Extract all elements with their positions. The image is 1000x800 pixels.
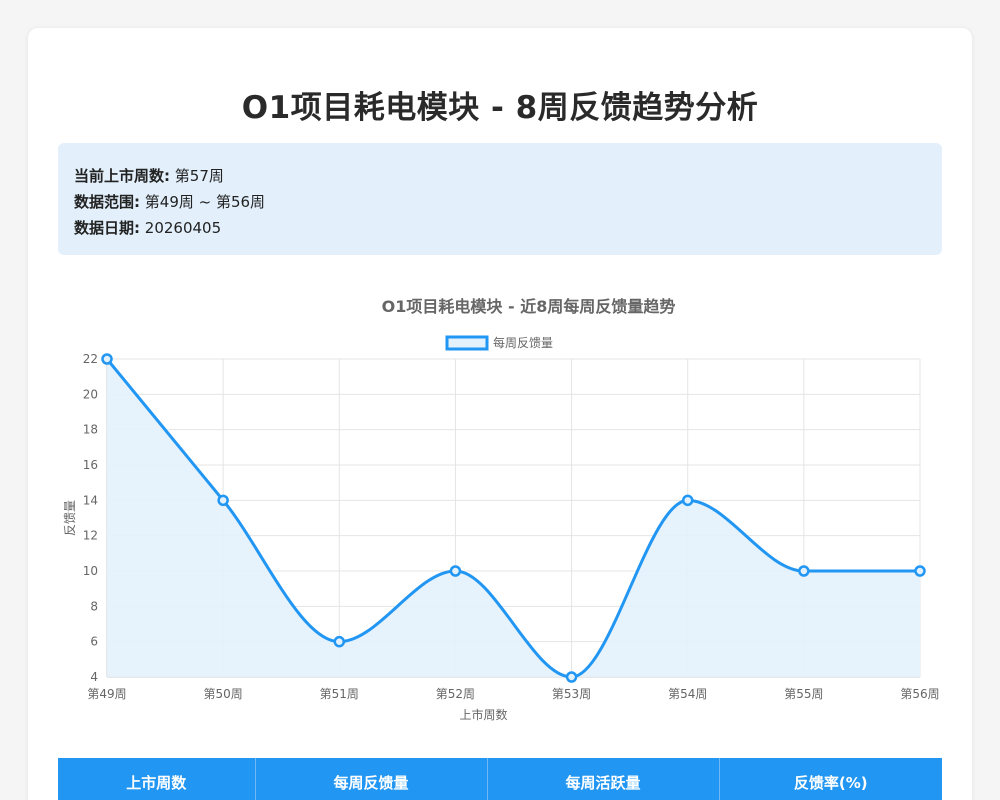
x-tick-label: 第53周: [552, 687, 591, 701]
x-tick-label: 第54周: [668, 687, 707, 701]
y-tick-label: 22: [83, 352, 98, 366]
x-tick-label: 第52周: [436, 687, 475, 701]
chart-svg: O1项目耗电模块 - 近8周每周反馈量趋势每周反馈量 4 6 8 10 12 14 16 18 2…: [63, 297, 940, 722]
info-data-date: 数据日期: 20260405: [74, 215, 926, 241]
series-area-fill: [107, 359, 920, 677]
x-axis-title: 上市周数: [459, 707, 507, 722]
data-table: 上市周数 每周反馈量 每周活跃量 反馈率(%): [58, 758, 942, 800]
info-panel: 当前上市周数: 第57周 数据范围: 第49周 ~ 第56周 数据日期: 202…: [58, 143, 942, 255]
header-week[interactable]: 上市周数: [58, 758, 256, 800]
y-tick-label: 12: [83, 529, 98, 543]
report-card: O1项目耗电模块 - 8周反馈趋势分析 当前上市周数: 第57周 数据范围: 第…: [28, 28, 972, 800]
current-week-label: 当前上市周数:: [74, 167, 170, 185]
y-tick-label: 10: [83, 564, 98, 578]
data-point: [798, 565, 810, 577]
data-date-label: 数据日期:: [74, 219, 140, 237]
table-header-row: 上市周数 每周反馈量 每周活跃量 反馈率(%): [58, 758, 942, 800]
data-date-value: 20260405: [144, 219, 222, 237]
y-tick-label: 14: [83, 493, 98, 507]
data-point: [914, 565, 926, 577]
chart-title: O1项目耗电模块 - 近8周每周反馈量趋势: [382, 297, 676, 316]
x-tick-label: 第51周: [320, 687, 359, 701]
header-rate[interactable]: 反馈率(%): [719, 758, 942, 800]
data-range-value: 第49周 ~ 第56周: [144, 193, 266, 211]
data-point: [101, 353, 113, 365]
data-point: [681, 494, 694, 507]
data-point: [565, 671, 578, 683]
x-tick-label: 第49周: [87, 687, 126, 701]
y-tick-label: 18: [83, 423, 98, 437]
legend-swatch: [445, 335, 489, 351]
data-point: [449, 565, 462, 577]
legend-label: 每周反馈量: [493, 335, 553, 350]
y-tick-label: 4: [90, 670, 98, 684]
header-active[interactable]: 每周活跃量: [487, 758, 720, 800]
y-tick-label: 16: [83, 458, 98, 472]
info-data-range: 数据范围: 第49周 ~ 第56周: [74, 189, 926, 215]
y-tick-label: 6: [90, 635, 98, 649]
data-range-label: 数据范围:: [74, 193, 140, 211]
current-week-value: 第57周: [174, 167, 224, 185]
header-feedback[interactable]: 每周反馈量: [255, 758, 488, 800]
data-point: [217, 494, 229, 507]
y-tick-label: 20: [83, 387, 98, 401]
y-axis-title: 反馈量: [63, 500, 77, 536]
feedback-trend-chart: O1项目耗电模块 - 近8周每周反馈量趋势每周反馈量 4 6 8 10 12 14 16 18 2…: [58, 278, 942, 748]
page-title: O1项目耗电模块 - 8周反馈趋势分析: [241, 90, 759, 126]
info-current-week: 当前上市周数: 第57周: [74, 163, 926, 189]
data-point: [333, 635, 346, 648]
x-tick-label: 第55周: [784, 687, 823, 701]
y-tick-label: 8: [90, 599, 98, 613]
x-tick-label: 第50周: [204, 687, 243, 701]
x-tick-label: 第56周: [900, 687, 939, 701]
